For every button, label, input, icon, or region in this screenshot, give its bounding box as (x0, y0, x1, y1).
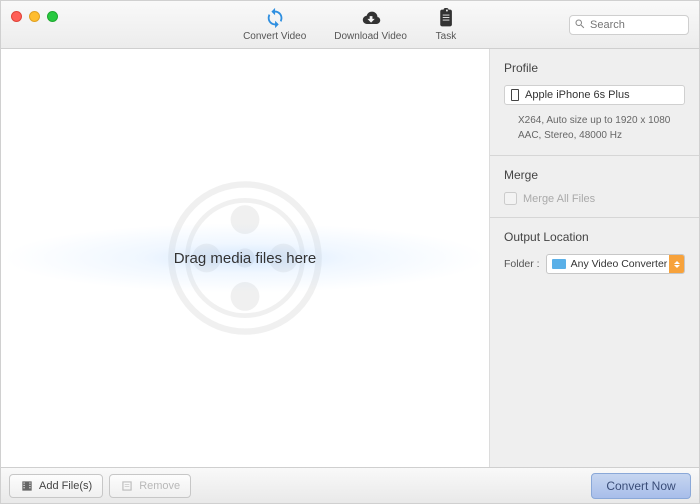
profile-detail-audio: AAC, Stereo, 48000 Hz (518, 128, 681, 143)
download-video-label: Download Video (334, 31, 407, 42)
download-video-tab[interactable]: Download Video (334, 7, 407, 42)
convert-video-label: Convert Video (243, 31, 306, 42)
search-field[interactable] (569, 15, 689, 35)
merge-checkbox-input[interactable] (504, 192, 517, 205)
drop-zone[interactable]: Drag media files here (1, 49, 489, 467)
content-area: Drag media files here Profile Apple iPho… (1, 49, 699, 467)
output-folder-name: Any Video Converter (571, 258, 669, 270)
convert-now-label: Convert Now (606, 479, 675, 493)
output-folder-selector[interactable]: Any Video Converter (546, 254, 685, 274)
film-icon (20, 479, 34, 493)
merge-section-title: Merge (504, 168, 685, 182)
bottom-toolbar: Add File(s) Remove Convert Now (1, 467, 699, 503)
window-controls (11, 11, 58, 22)
close-window-button[interactable] (11, 11, 22, 22)
task-tab[interactable]: Task (435, 7, 457, 42)
divider (490, 155, 699, 156)
search-icon (574, 18, 586, 30)
convert-now-button[interactable]: Convert Now (591, 473, 691, 499)
output-section-title: Output Location (504, 230, 685, 244)
profile-detail-video: X264, Auto size up to 1920 x 1080 (518, 113, 681, 128)
toolbar: Convert Video Download Video Task (243, 7, 457, 42)
remove-label: Remove (139, 480, 180, 492)
phone-icon (511, 89, 519, 101)
divider (490, 217, 699, 218)
sidebar: Profile Apple iPhone 6s Plus X264, Auto … (489, 49, 699, 467)
profile-section-title: Profile (504, 61, 685, 75)
search-input[interactable] (569, 15, 689, 35)
add-files-button[interactable]: Add File(s) (9, 474, 103, 498)
convert-video-tab[interactable]: Convert Video (243, 7, 306, 42)
cloud-download-icon (360, 7, 382, 29)
drop-zone-text: Drag media files here (174, 250, 317, 267)
remove-button[interactable]: Remove (109, 474, 191, 498)
remove-icon (120, 479, 134, 493)
merge-all-files-checkbox[interactable]: Merge All Files (504, 192, 685, 205)
folder-icon (552, 259, 566, 269)
task-label: Task (436, 31, 457, 42)
stepper-arrows-icon (669, 255, 684, 273)
merge-checkbox-label: Merge All Files (523, 193, 595, 205)
zoom-window-button[interactable] (47, 11, 58, 22)
add-files-label: Add File(s) (39, 480, 92, 492)
titlebar: Convert Video Download Video Task (1, 1, 699, 49)
profile-device-name: Apple iPhone 6s Plus (525, 89, 630, 101)
profile-device-selector[interactable]: Apple iPhone 6s Plus (504, 85, 685, 105)
refresh-icon (264, 7, 286, 29)
minimize-window-button[interactable] (29, 11, 40, 22)
profile-details: X264, Auto size up to 1920 x 1080 AAC, S… (504, 105, 685, 143)
output-folder-label: Folder : (504, 258, 540, 270)
clipboard-icon (435, 7, 457, 29)
